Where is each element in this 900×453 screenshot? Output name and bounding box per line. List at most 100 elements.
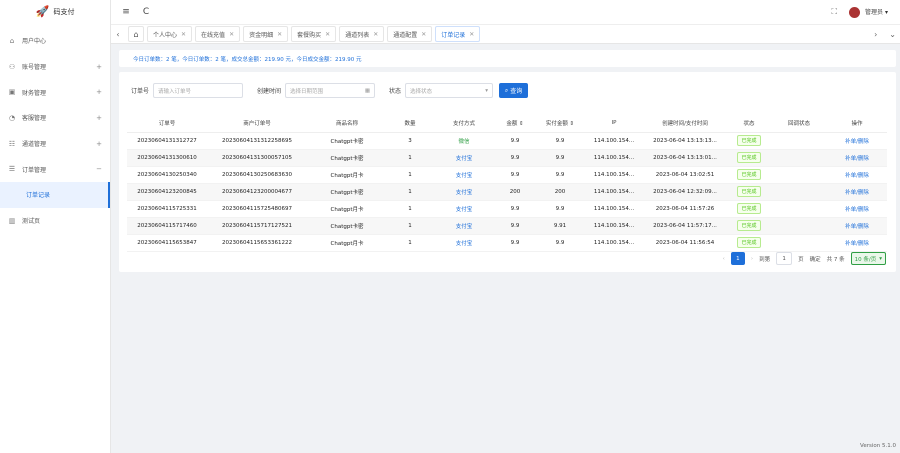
sidebar-item-label: 用户中心: [22, 38, 47, 46]
pagination: ‹ 1 › 到第 1 页 确定 共 7 条 10 条/页 ▾: [723, 252, 886, 265]
sidebar-item-service[interactable]: ◔ 客服管理 +: [0, 105, 110, 131]
sidebar-item-finance[interactable]: ▣ 财务管理 +: [0, 79, 110, 105]
sidebar-item-label: 通道管理: [22, 141, 47, 149]
status-cell: 已完成: [727, 132, 771, 150]
pay-method: 微信: [433, 132, 495, 150]
callback-status: [771, 132, 827, 150]
column-header: 创建时间/支付时间: [643, 115, 727, 133]
time: 2023-06-04 13:13:01...: [643, 149, 727, 167]
status-cell: 已完成: [727, 200, 771, 218]
tab-recharge[interactable]: 在线充值 ✕: [195, 26, 241, 42]
wallet-icon: ▣: [8, 88, 16, 97]
callback-status: [771, 183, 827, 201]
row-actions[interactable]: 补单/删除: [827, 200, 887, 218]
table-row: 20230604131300610 20230604131300057105 C…: [127, 149, 887, 167]
tabs-prev-icon[interactable]: ‹: [111, 30, 125, 39]
tab-channel-config[interactable]: 通道配置 ✕: [387, 26, 433, 42]
close-icon[interactable]: ✕: [277, 31, 282, 38]
user-menu[interactable]: 管理员 ▾: [849, 6, 888, 18]
tab-profile[interactable]: 个人中心 ✕: [147, 26, 193, 42]
sidebar-item-order-records[interactable]: 订单记录: [0, 182, 110, 208]
row-actions[interactable]: 补单/删除: [827, 217, 887, 235]
search-form: 订单号 请输入订单号 创建时间 选择日期范围 ▦ 状态 选择状态 ▾ ⌕ 查询: [131, 83, 529, 98]
search-button-label: 查询: [510, 88, 523, 95]
order-no: 20230604115725331: [127, 200, 207, 218]
fullscreen-icon[interactable]: ⛶: [832, 7, 838, 17]
close-icon[interactable]: ✕: [181, 31, 186, 38]
row-actions[interactable]: 补单/删除: [827, 149, 887, 167]
close-icon[interactable]: ✕: [229, 31, 234, 38]
close-icon[interactable]: ✕: [421, 31, 426, 38]
status-cell: 已完成: [727, 217, 771, 235]
amount: 9.9: [495, 132, 535, 150]
tabs-tail: › ⌄: [874, 30, 896, 39]
tab-label: 个人中心: [153, 31, 178, 39]
search-button[interactable]: ⌕ 查询: [499, 83, 529, 98]
tab-label: 在线充值: [201, 31, 226, 39]
expand-icon: +: [96, 62, 102, 71]
row-actions[interactable]: 补单/删除: [827, 132, 887, 150]
merchant-order-no: 20230604115653361222: [207, 234, 307, 252]
tab-packages[interactable]: 套餐购买 ✕: [291, 26, 337, 42]
order-no-placeholder: 请输入订单号: [158, 88, 192, 95]
column-header-sortable[interactable]: 金额 ⇕: [495, 115, 535, 133]
sidebar-item-orders[interactable]: ☰ 订单管理 −: [0, 156, 110, 182]
tab-label: 套餐购买: [297, 31, 322, 39]
column-header-sortable[interactable]: 实付金额 ⇕: [535, 115, 585, 133]
row-actions[interactable]: 补单/删除: [827, 234, 887, 252]
sidebar-item-user-center[interactable]: ⌂ 用户中心: [0, 28, 110, 54]
order-no-input[interactable]: 请输入订单号: [153, 83, 244, 98]
chevron-down-icon: ▾: [485, 87, 489, 94]
status-select[interactable]: 选择状态 ▾: [405, 83, 494, 98]
merchant-order-no: 20230604131300057105: [207, 149, 307, 167]
goto-page-input[interactable]: 1: [776, 252, 793, 265]
next-page-icon[interactable]: ›: [751, 256, 753, 262]
logo[interactable]: 🚀 码支付: [0, 0, 110, 24]
date-range-input[interactable]: 选择日期范围 ▦: [285, 83, 376, 98]
status-badge: 已完成: [737, 203, 761, 214]
tab-order-records[interactable]: 订单记录 ✕: [435, 26, 481, 42]
menu-toggle-icon[interactable]: ≡: [119, 7, 133, 17]
tabs-next-icon[interactable]: ›: [874, 30, 877, 39]
sidebar-item-label: 订单管理: [22, 166, 47, 174]
status-badge: 已完成: [737, 186, 761, 197]
column-header: 订单号: [127, 115, 207, 133]
home-icon: ⌂: [133, 29, 139, 39]
sidebar-item-test[interactable]: ▥ 测试页: [0, 208, 110, 234]
sidebar-item-accounts[interactable]: ⚇ 账号管理 +: [0, 54, 110, 80]
status-cell: 已完成: [727, 234, 771, 252]
page-number-current[interactable]: 1: [730, 252, 745, 265]
orders-table: 订单号 商户订单号 商品名称 数量 支付方式 金额 ⇕ 实付金额 ⇕ IP 创建…: [127, 115, 887, 252]
prev-page-icon[interactable]: ‹: [723, 256, 725, 262]
goto-label: 到第: [759, 256, 771, 263]
version-label: Version 5.1.0: [860, 443, 896, 449]
callback-status: [771, 149, 827, 167]
quantity: 1: [387, 234, 433, 252]
close-icon[interactable]: ✕: [373, 31, 378, 38]
tabs-more-icon[interactable]: ⌄: [889, 30, 896, 39]
status-badge: 已完成: [737, 220, 761, 231]
paid-amount: 9.91: [535, 217, 585, 235]
sidebar-item-label: 账号管理: [22, 64, 47, 72]
tab-funds[interactable]: 资金明细 ✕: [243, 26, 289, 42]
status-badge: 已完成: [737, 237, 761, 248]
tab-channel-list[interactable]: 通道列表 ✕: [339, 26, 385, 42]
ip: 114.100.154...: [585, 217, 643, 235]
close-icon[interactable]: ✕: [325, 31, 330, 38]
page-size-select[interactable]: 10 条/页 ▾: [850, 252, 886, 265]
row-actions[interactable]: 补单/删除: [827, 166, 887, 184]
column-header: IP: [585, 115, 643, 133]
sidebar-item-channels[interactable]: ☷ 通道管理 +: [0, 131, 110, 157]
row-actions[interactable]: 补单/删除: [827, 183, 887, 201]
column-header: 商户订单号: [207, 115, 307, 133]
paid-amount: 9.9: [535, 234, 585, 252]
time: 2023-06-04 11:56:54: [643, 234, 727, 252]
quantity: 1: [387, 217, 433, 235]
close-icon[interactable]: ✕: [469, 31, 474, 38]
chevron-down-icon: ▾: [879, 255, 882, 262]
tab-home[interactable]: ⌂: [128, 26, 144, 42]
goto-confirm-button[interactable]: 确定: [810, 255, 821, 263]
refresh-icon[interactable]: C: [139, 7, 153, 17]
status-placeholder: 选择状态: [410, 88, 433, 95]
pay-method: 支付宝: [433, 149, 495, 167]
